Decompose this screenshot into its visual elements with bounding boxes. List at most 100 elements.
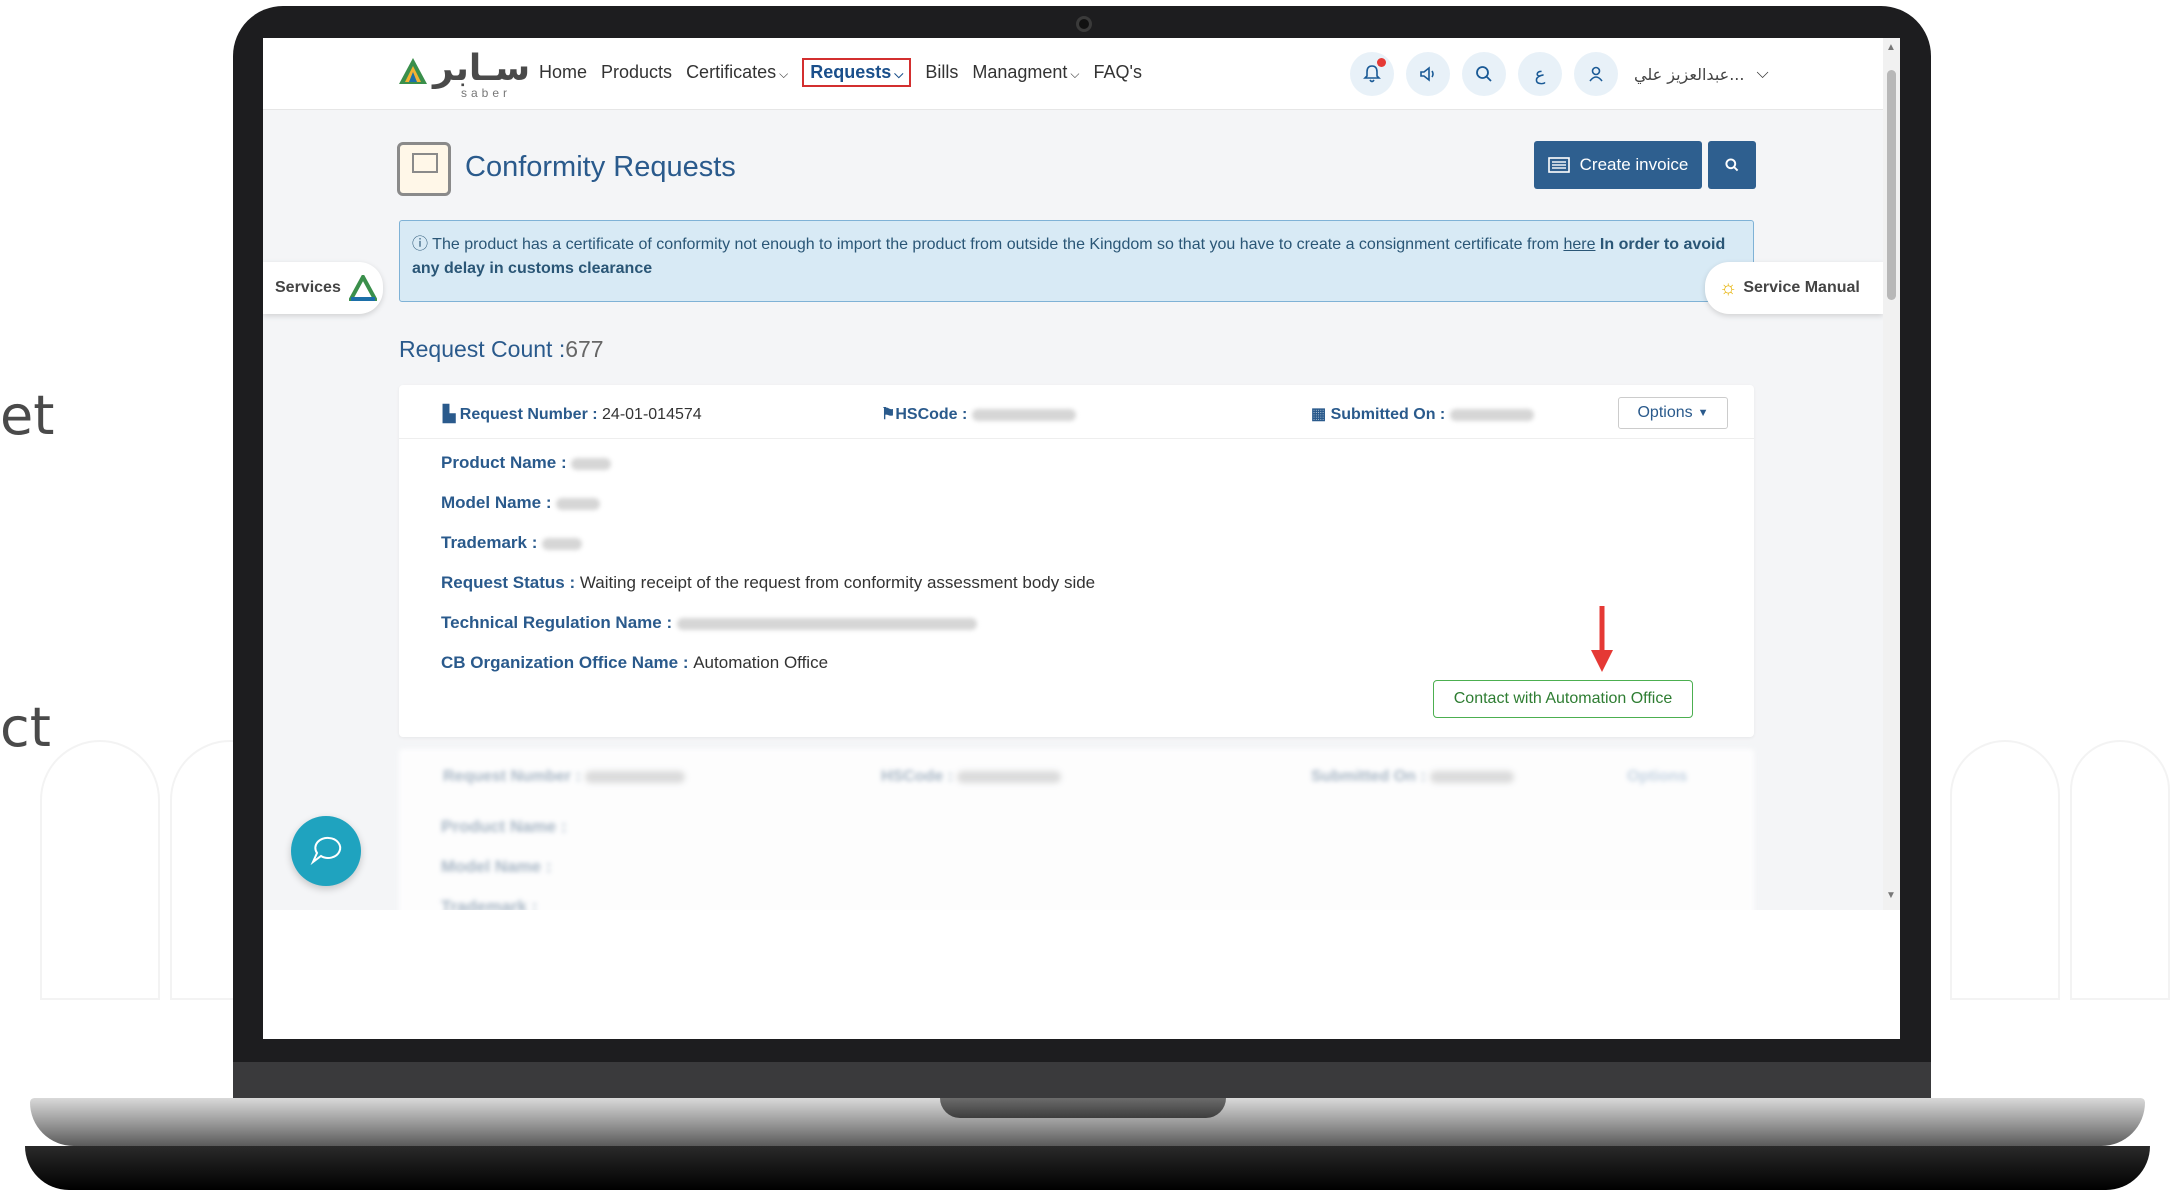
speaker-icon[interactable]	[1406, 52, 1450, 96]
logo-subtext: saber	[461, 86, 512, 100]
nav-bills[interactable]: Bills	[925, 62, 958, 87]
trademark-label: Trademark :	[441, 897, 538, 910]
nav-faqs[interactable]: FAQ's	[1094, 62, 1142, 87]
nav-actions: ع عبدالعزيز علي... ⌵	[1350, 52, 1769, 96]
technical-regulation-value-redacted	[676, 617, 977, 630]
nav-requests[interactable]: Requests ⌵	[802, 58, 912, 87]
page-scrollbar[interactable]: ▲ ▼	[1883, 38, 1900, 910]
laptop-screen: سـابر saber Home Products Certificates ⌵ …	[263, 38, 1900, 1039]
contact-automation-office-button[interactable]: Contact with Automation Office	[1433, 680, 1693, 718]
technical-regulation-field: Technical Regulation Name :	[441, 613, 977, 633]
options-dropdown[interactable]: Options ▼	[1618, 397, 1728, 429]
submitted-on-field: Submitted On :	[1311, 768, 1515, 786]
request-count-value: 677	[565, 336, 604, 362]
scrollbar-thumb[interactable]	[1887, 70, 1896, 300]
caret-down-icon: ▼	[1697, 407, 1709, 419]
alert-text: The product has a certificate of conform…	[428, 236, 1564, 253]
chat-button[interactable]	[291, 816, 361, 886]
logo-text: سـابر	[433, 48, 531, 89]
service-manual-tab[interactable]: ☼ Service Manual	[1705, 262, 1883, 314]
service-manual-label: Service Manual	[1743, 279, 1860, 296]
hscode-value-redacted	[957, 770, 1062, 783]
nav-requests-label: Requests	[810, 62, 892, 82]
create-invoice-label: Create invoice	[1579, 155, 1689, 174]
alert-here-link[interactable]: here	[1563, 236, 1595, 253]
submitted-on-label: Submitted On :	[1330, 406, 1446, 423]
services-label: Services	[275, 279, 341, 296]
nav-products[interactable]: Products	[601, 62, 672, 87]
cb-office-value: Automation Office	[693, 653, 829, 672]
scroll-up-icon[interactable]: ▲	[1886, 42, 1896, 53]
trademark-value-redacted	[542, 537, 583, 550]
nav-home[interactable]: Home	[539, 62, 587, 87]
info-alert: ⓘ The product has a certificate of confo…	[399, 220, 1754, 302]
info-icon: ⓘ	[412, 236, 429, 253]
nav-managment[interactable]: Managment ⌵	[972, 62, 1079, 87]
submitted-on-field: ▦ Submitted On :	[1311, 404, 1534, 424]
nav-certificates-label: Certificates	[686, 62, 777, 82]
request-count: Request Count :677	[399, 336, 604, 363]
request-number-value: 24-01-014574	[602, 406, 702, 423]
lightbulb-icon: ☼	[1719, 276, 1738, 299]
scroll-down-icon[interactable]: ▼	[1886, 890, 1896, 901]
services-triangle-icon	[348, 275, 377, 301]
arrow-down-icon	[1591, 606, 1613, 672]
model-name-value-redacted	[556, 497, 601, 510]
model-name-field: Model Name :	[441, 493, 601, 513]
request-status-field: Request Status : Waiting receipt of the …	[441, 573, 1095, 593]
hscode-label: HSCode :	[895, 406, 968, 423]
trademark-label: Trademark :	[441, 533, 538, 552]
cb-office-label: CB Organization Office Name :	[441, 653, 689, 672]
notification-dot	[1377, 58, 1386, 67]
model-name-field: Model Name :	[441, 857, 552, 877]
options-label: Options	[1637, 404, 1693, 421]
bell-icon[interactable]	[1350, 52, 1394, 96]
product-name-label: Product Name :	[441, 453, 567, 472]
background-decoration	[2070, 740, 2170, 1000]
product-name-field: Product Name :	[441, 453, 612, 473]
flag-icon: ⚑	[881, 406, 896, 423]
request-status-value: Waiting receipt of the request from conf…	[579, 573, 1096, 592]
web-app: سـابر saber Home Products Certificates ⌵ …	[263, 38, 1900, 910]
trademark-field: Trademark :	[441, 533, 583, 553]
saber-logo-icon	[399, 58, 427, 84]
saber-logo[interactable]: سـابر saber	[397, 48, 530, 100]
nav-managment-label: Managment	[972, 62, 1068, 82]
model-name-label: Model Name :	[441, 493, 552, 512]
services-tab[interactable]: Services	[263, 262, 383, 314]
options-dropdown[interactable]: Options	[1627, 768, 1687, 786]
chat-icon	[310, 836, 342, 866]
language-icon[interactable]: ع	[1518, 52, 1562, 96]
user-icon[interactable]	[1574, 52, 1618, 96]
background-decoration	[40, 740, 160, 1000]
user-name[interactable]: عبدالعزيز علي...	[1634, 65, 1744, 84]
main-nav: Home Products Certificates ⌵ Requests ⌵ Bi…	[539, 58, 1142, 87]
submitted-on-label: Submitted On :	[1311, 768, 1426, 785]
hscode-label: HSCode :	[881, 768, 953, 785]
search-icon[interactable]	[1462, 52, 1506, 96]
nav-certificates[interactable]: Certificates ⌵	[686, 62, 788, 87]
search-button[interactable]	[1708, 141, 1756, 189]
chevron-down-icon[interactable]: ⌵	[1756, 65, 1768, 83]
laptop-camera	[1076, 16, 1092, 32]
cb-office-field: CB Organization Office Name : Automation…	[441, 653, 828, 673]
hscode-value-redacted	[971, 408, 1076, 421]
chevron-down-icon: ⌵	[779, 67, 789, 81]
background-text-1: et	[0, 384, 55, 447]
submitted-on-value-redacted	[1449, 408, 1534, 421]
laptop-notch	[940, 1098, 1226, 1118]
chevron-down-icon: ⌵	[894, 67, 904, 81]
hscode-field: ⚑HSCode :	[881, 404, 1076, 424]
file-icon: ▙	[443, 406, 456, 423]
top-navbar: سـابر saber Home Products Certificates ⌵ …	[263, 38, 1883, 110]
request-status-label: Request Status :	[441, 573, 576, 592]
screen-blank-area	[263, 910, 1900, 1039]
request-count-label: Request Count :	[399, 336, 566, 362]
calendar-icon: ▦	[1311, 406, 1327, 423]
create-invoice-button[interactable]: Create invoice	[1534, 141, 1702, 189]
product-name-label: Product Name :	[441, 817, 567, 836]
request-card: ▙ Request Number : 24-01-014574 ⚑HSCode …	[399, 385, 1754, 737]
product-name-value-redacted	[571, 457, 612, 470]
trademark-field: Trademark :	[441, 897, 537, 910]
language-glyph: ع	[1534, 63, 1546, 84]
